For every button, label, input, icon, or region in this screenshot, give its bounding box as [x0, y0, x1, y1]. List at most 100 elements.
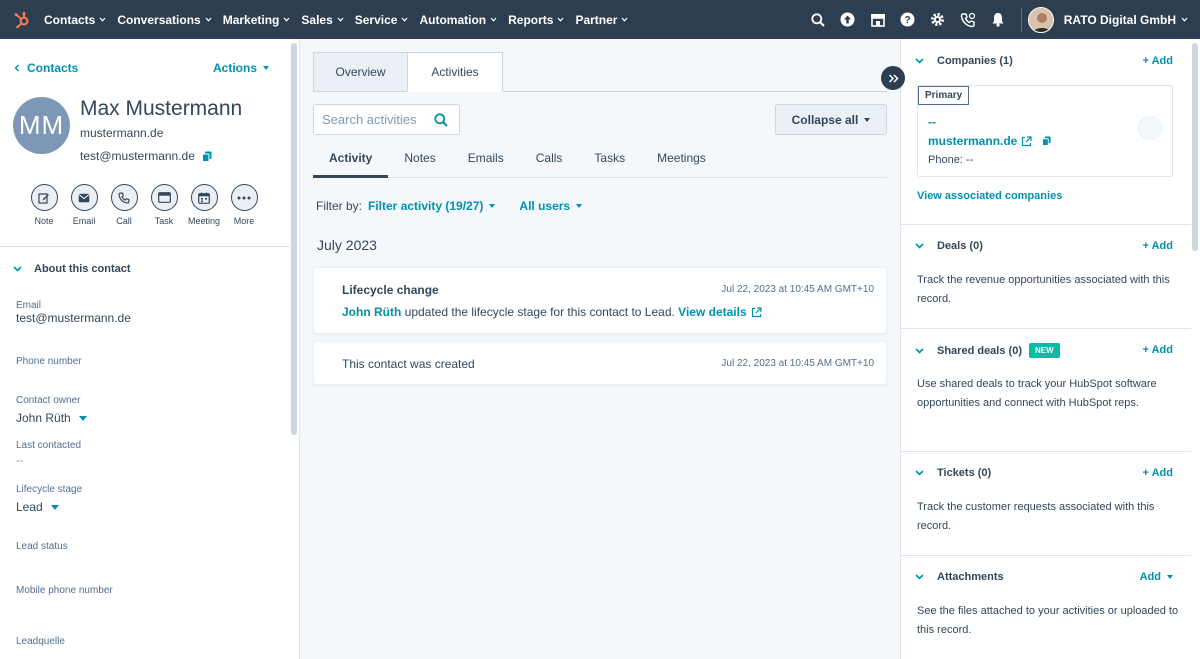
- add-attachment-dropdown[interactable]: Add: [1140, 571, 1173, 583]
- account-name: RATO Digital GmbH: [1063, 12, 1176, 27]
- leadquelle-property[interactable]: Leadquelle: [16, 636, 65, 647]
- filter-activity-dropdown[interactable]: Filter activity (19/27): [368, 199, 496, 213]
- subtab-meetings[interactable]: Meetings: [641, 147, 722, 178]
- subtab-calls[interactable]: Calls: [520, 147, 579, 178]
- note-action-button[interactable]: Note: [24, 184, 64, 226]
- scrollbar[interactable]: [291, 43, 297, 435]
- nav-item-partner[interactable]: Partner: [575, 13, 628, 27]
- search-icon[interactable]: [803, 0, 833, 39]
- tab-activities[interactable]: Activities: [407, 52, 503, 92]
- meeting-action-button[interactable]: Meeting: [184, 184, 224, 226]
- actor-link[interactable]: John Rüth: [342, 305, 401, 319]
- phone-property[interactable]: Phone number: [16, 356, 82, 367]
- external-link-icon[interactable]: [1021, 135, 1032, 147]
- collapse-sidebar-button[interactable]: [881, 66, 905, 90]
- email-action-button[interactable]: Email: [64, 184, 104, 226]
- about-contact-toggle[interactable]: About this contact: [13, 263, 131, 275]
- nav-item-automation[interactable]: Automation: [419, 13, 497, 27]
- scrollbar[interactable]: [1192, 43, 1198, 251]
- subtab-notes[interactable]: Notes: [388, 147, 451, 178]
- user-avatar[interactable]: [1027, 6, 1054, 33]
- email-property: Email test@mustermann.de: [16, 300, 131, 325]
- lead-status-property[interactable]: Lead status: [16, 541, 68, 552]
- view-details-link[interactable]: View details: [678, 305, 746, 319]
- shared-deals-section-toggle[interactable]: Shared deals (0) NEW: [915, 343, 1060, 358]
- activity-card[interactable]: Lifecycle change Jul 22, 2023 at 10:45 A…: [313, 267, 887, 334]
- contact-avatar[interactable]: MM: [13, 97, 70, 154]
- back-to-contacts-link[interactable]: Contacts: [14, 61, 78, 75]
- add-ticket-button[interactable]: + Add: [1143, 467, 1173, 479]
- notifications-bell-icon[interactable]: [983, 0, 1013, 39]
- upgrade-icon[interactable]: [833, 0, 863, 39]
- chevron-left-icon: [14, 64, 19, 72]
- hubspot-logo-icon[interactable]: [0, 0, 44, 39]
- mobile-phone-property[interactable]: Mobile phone number: [16, 585, 113, 596]
- collapse-all-label: Collapse all: [791, 112, 859, 127]
- search-activities-input[interactable]: [322, 112, 426, 127]
- activity-timestamp: Jul 22, 2023 at 10:45 AM GMT+10: [721, 358, 874, 369]
- add-shared-deal-button[interactable]: + Add: [1143, 344, 1173, 356]
- lifecycle-label: Lifecycle stage: [16, 484, 83, 495]
- subtab-emails[interactable]: Emails: [452, 147, 520, 178]
- copy-icon[interactable]: [201, 151, 212, 162]
- more-action-button[interactable]: More: [224, 184, 264, 226]
- email-property-value[interactable]: test@mustermann.de: [16, 311, 131, 325]
- caret-down-icon: [864, 117, 871, 122]
- companies-section-toggle[interactable]: Companies (1): [915, 55, 1013, 67]
- owner-select[interactable]: John Rüth: [16, 411, 87, 425]
- add-deal-button[interactable]: + Add: [1143, 240, 1173, 252]
- tab-overview[interactable]: Overview: [313, 52, 408, 92]
- account-menu[interactable]: RATO Digital GmbH: [1064, 13, 1188, 27]
- all-users-dropdown[interactable]: All users: [519, 199, 583, 213]
- subtab-activity[interactable]: Activity: [313, 147, 389, 178]
- company-card[interactable]: Primary -- mustermann.de Phone: --: [917, 85, 1173, 177]
- activity-text: updated the lifecycle stage for this con…: [401, 305, 679, 319]
- chevron-down-icon: [1181, 17, 1188, 22]
- tickets-description: Track the customer requests associated w…: [917, 501, 1155, 532]
- view-associated-companies-link[interactable]: View associated companies: [917, 187, 1179, 206]
- company-name-link[interactable]: --: [928, 115, 936, 129]
- attachments-section-toggle[interactable]: Attachments: [915, 571, 1004, 583]
- search-icon[interactable]: [434, 112, 448, 127]
- call-action-button[interactable]: Call: [104, 184, 144, 226]
- add-company-button[interactable]: + Add: [1143, 55, 1173, 67]
- marketplace-icon[interactable]: [863, 0, 893, 39]
- activity-title: This contact was created: [342, 357, 475, 371]
- nav-item-service[interactable]: Service: [355, 13, 409, 27]
- nav-menu: Contacts Conversations Marketing Sales Servi…: [44, 13, 639, 27]
- company-domain-link[interactable]: mustermann.de: [928, 134, 1017, 148]
- top-navigation: Contacts Conversations Marketing Sales Servi…: [0, 0, 1200, 39]
- tickets-section-toggle[interactable]: Tickets (0): [915, 467, 991, 479]
- settings-gear-icon[interactable]: [923, 0, 953, 39]
- lifecycle-select[interactable]: Lead: [16, 500, 82, 514]
- company-logo-icon: [1138, 116, 1162, 140]
- calling-icon[interactable]: [953, 0, 983, 39]
- copy-icon[interactable]: [1042, 136, 1051, 146]
- filter-row: Filter by: Filter activity (19/27) All u…: [316, 199, 600, 213]
- caret-down-icon: [50, 504, 59, 510]
- task-action-button[interactable]: Task: [144, 184, 184, 226]
- chevron-down-icon: [283, 17, 290, 22]
- nav-item-contacts[interactable]: Contacts: [44, 13, 106, 27]
- last-contacted-label: Last contacted: [16, 440, 82, 451]
- collapse-all-button[interactable]: Collapse all: [775, 104, 887, 135]
- nav-item-conversations[interactable]: Conversations: [117, 13, 212, 27]
- nav-item-sales[interactable]: Sales: [301, 12, 344, 27]
- nav-item-marketing[interactable]: Marketing: [223, 13, 291, 27]
- activity-title: Lifecycle change: [342, 283, 439, 297]
- nav-item-reports[interactable]: Reports: [508, 13, 564, 27]
- contact-sidebar: Contacts Actions MM Max Mustermann muste…: [0, 39, 300, 659]
- help-icon[interactable]: ?: [893, 0, 923, 39]
- contact-name[interactable]: Max Mustermann: [80, 97, 242, 121]
- search-activities[interactable]: [313, 104, 460, 135]
- caret-down-icon: [78, 415, 87, 421]
- nav-item-label: Sales: [301, 12, 333, 27]
- external-link-icon[interactable]: [751, 306, 762, 318]
- more-label: More: [233, 216, 255, 226]
- subtab-tasks[interactable]: Tasks: [578, 147, 641, 178]
- actions-dropdown[interactable]: Actions: [213, 61, 270, 75]
- activity-card[interactable]: This contact was created Jul 22, 2023 at…: [313, 341, 887, 385]
- activity-timestamp: Jul 22, 2023 at 10:45 AM GMT+10: [721, 284, 874, 295]
- deals-section-toggle[interactable]: Deals (0): [915, 240, 983, 252]
- svg-text:?: ?: [905, 15, 911, 26]
